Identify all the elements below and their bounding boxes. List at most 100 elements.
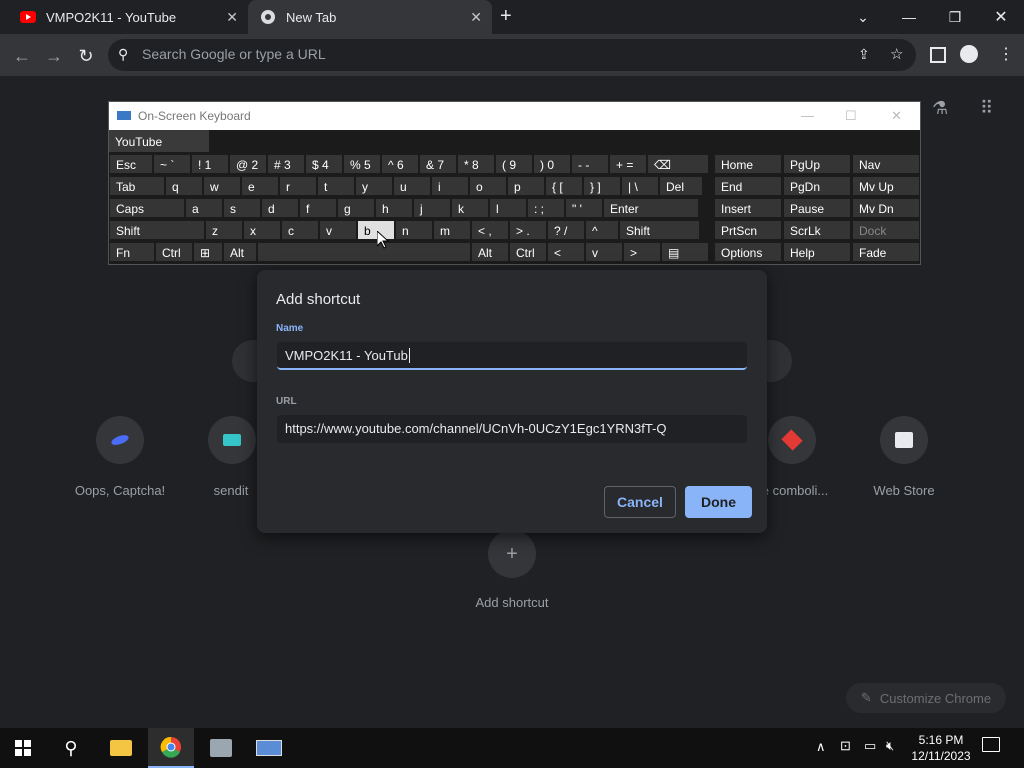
osk-key[interactable]: Shift [109, 220, 205, 240]
menu-icon[interactable]: ⋮ [998, 44, 1014, 64]
osk-side-key[interactable]: PgUp [783, 154, 851, 174]
tile-label[interactable]: Web Store [860, 483, 948, 498]
speaker-muted-icon[interactable]: 🔇︎ [886, 738, 894, 754]
share-icon[interactable]: ⇪ [858, 46, 870, 63]
osk-side-key[interactable]: Mv Up [852, 176, 920, 196]
notifications-icon[interactable] [982, 737, 1000, 752]
tile-sendit-icon[interactable] [208, 416, 256, 464]
osk-key[interactable]: q [165, 176, 203, 196]
osk-key[interactable]: o [469, 176, 507, 196]
app-icon[interactable] [198, 728, 244, 768]
osk-key[interactable]: Enter [603, 198, 699, 218]
forward-icon[interactable]: → [42, 44, 66, 68]
windows-start-icon[interactable] [0, 728, 46, 768]
back-icon[interactable]: ← [10, 44, 34, 68]
tile-webstore-icon[interactable] [880, 416, 928, 464]
osk-key[interactable]: n [395, 220, 433, 240]
tab-new-tab[interactable]: New Tab ✕ [248, 0, 492, 34]
osk-key[interactable]: t [317, 176, 355, 196]
osk-key[interactable]: ! 1 [191, 154, 229, 174]
osk-key[interactable]: l [489, 198, 527, 218]
profile-icon[interactable] [960, 45, 978, 63]
osk-key[interactable] [257, 242, 471, 262]
file-explorer-icon[interactable] [98, 728, 144, 768]
osk-key[interactable]: * 8 [457, 154, 495, 174]
osk-key[interactable]: a [185, 198, 223, 218]
osk-side-key[interactable]: Fade [852, 242, 920, 262]
reload-icon[interactable]: ↻ [74, 44, 98, 68]
osk-key[interactable]: # 3 [267, 154, 305, 174]
restore-icon[interactable]: ❐ [932, 0, 978, 34]
cancel-button[interactable]: Cancel [604, 486, 676, 518]
network-icon[interactable]: ▭ [864, 738, 876, 754]
osk-key[interactable]: > [623, 242, 661, 262]
osk-key[interactable]: ? / [547, 220, 585, 240]
osk-key[interactable]: v [585, 242, 623, 262]
osk-key[interactable]: @ 2 [229, 154, 267, 174]
osk-key[interactable]: c [281, 220, 319, 240]
osk-key[interactable]: $ 4 [305, 154, 343, 174]
osk-key[interactable]: ) 0 [533, 154, 571, 174]
osk-side-key[interactable]: PgDn [783, 176, 851, 196]
network-alert-icon[interactable]: ⊡ [840, 738, 851, 754]
done-button[interactable]: Done [685, 486, 752, 518]
osk-minimize-icon[interactable]: — [801, 108, 814, 123]
osk-key[interactable]: x [243, 220, 281, 240]
osk-side-key[interactable]: Options [714, 242, 782, 262]
customize-chrome-button[interactable]: ✎ Customize Chrome [846, 683, 1006, 713]
osk-side-key[interactable]: Dock [852, 220, 920, 240]
osk-key[interactable]: Alt [223, 242, 257, 262]
osk-key[interactable]: z [205, 220, 243, 240]
osk-key[interactable]: ▤ [661, 242, 709, 262]
side-panel-icon[interactable] [930, 47, 946, 63]
osk-key[interactable]: f [299, 198, 337, 218]
osk-close-icon[interactable]: ✕ [891, 108, 902, 124]
osk-key[interactable]: % 5 [343, 154, 381, 174]
osk-key[interactable]: ^ 6 [381, 154, 419, 174]
osk-key[interactable]: + = [609, 154, 647, 174]
osk-side-key[interactable]: Nav [852, 154, 920, 174]
osk-side-key[interactable]: Insert [714, 198, 782, 218]
osk-key[interactable]: ~ ` [153, 154, 191, 174]
minimize-icon[interactable]: — [886, 0, 932, 34]
osk-key[interactable]: v [319, 220, 357, 240]
osk-key[interactable]: j [413, 198, 451, 218]
add-shortcut-icon[interactable]: + [488, 530, 536, 578]
tab-youtube[interactable]: VMPO2K11 - YouTube ✕ [0, 0, 248, 34]
osk-key[interactable]: Ctrl [509, 242, 547, 262]
osk-key[interactable]: " ' [565, 198, 603, 218]
osk-key[interactable]: u [393, 176, 431, 196]
tile-combo-icon[interactable] [768, 416, 816, 464]
osk-key[interactable]: r [279, 176, 317, 196]
osk-key[interactable]: Alt [471, 242, 509, 262]
osk-key[interactable]: i [431, 176, 469, 196]
osk-key[interactable]: b [357, 220, 395, 240]
osk-key[interactable]: w [203, 176, 241, 196]
osk-key[interactable]: < , [471, 220, 509, 240]
osk-key[interactable]: m [433, 220, 471, 240]
osk-key[interactable]: e [241, 176, 279, 196]
osk-key[interactable]: | \ [621, 176, 659, 196]
tile-captcha-icon[interactable] [96, 416, 144, 464]
tab-search-icon[interactable]: ⌄ [840, 0, 886, 34]
new-tab-button[interactable]: + [500, 5, 512, 28]
osk-key[interactable]: Tab [109, 176, 165, 196]
osk-key[interactable]: Esc [109, 154, 153, 174]
osk-key[interactable]: h [375, 198, 413, 218]
osk-side-key[interactable]: Home [714, 154, 782, 174]
osk-key[interactable]: Fn [109, 242, 155, 262]
osk-key[interactable]: ^ [585, 220, 619, 240]
osk-side-key[interactable]: Mv Dn [852, 198, 920, 218]
osk-key[interactable]: g [337, 198, 375, 218]
url-input[interactable]: https://www.youtube.com/channel/UCnVh-0U… [277, 415, 747, 443]
osk-maximize-icon[interactable]: ☐ [845, 108, 857, 124]
osk-side-key[interactable]: ScrLk [783, 220, 851, 240]
chrome-taskbar-icon[interactable] [148, 728, 194, 768]
clock[interactable]: 5:16 PM 12/11/2023 [904, 732, 978, 764]
tray-chevron-icon[interactable]: ∧ [816, 739, 826, 755]
osk-side-key[interactable]: End [714, 176, 782, 196]
bookmark-star-icon[interactable]: ☆ [890, 45, 903, 63]
close-tab-icon[interactable]: ✕ [226, 9, 238, 26]
osk-key[interactable]: > . [509, 220, 547, 240]
osk-key[interactable]: p [507, 176, 545, 196]
